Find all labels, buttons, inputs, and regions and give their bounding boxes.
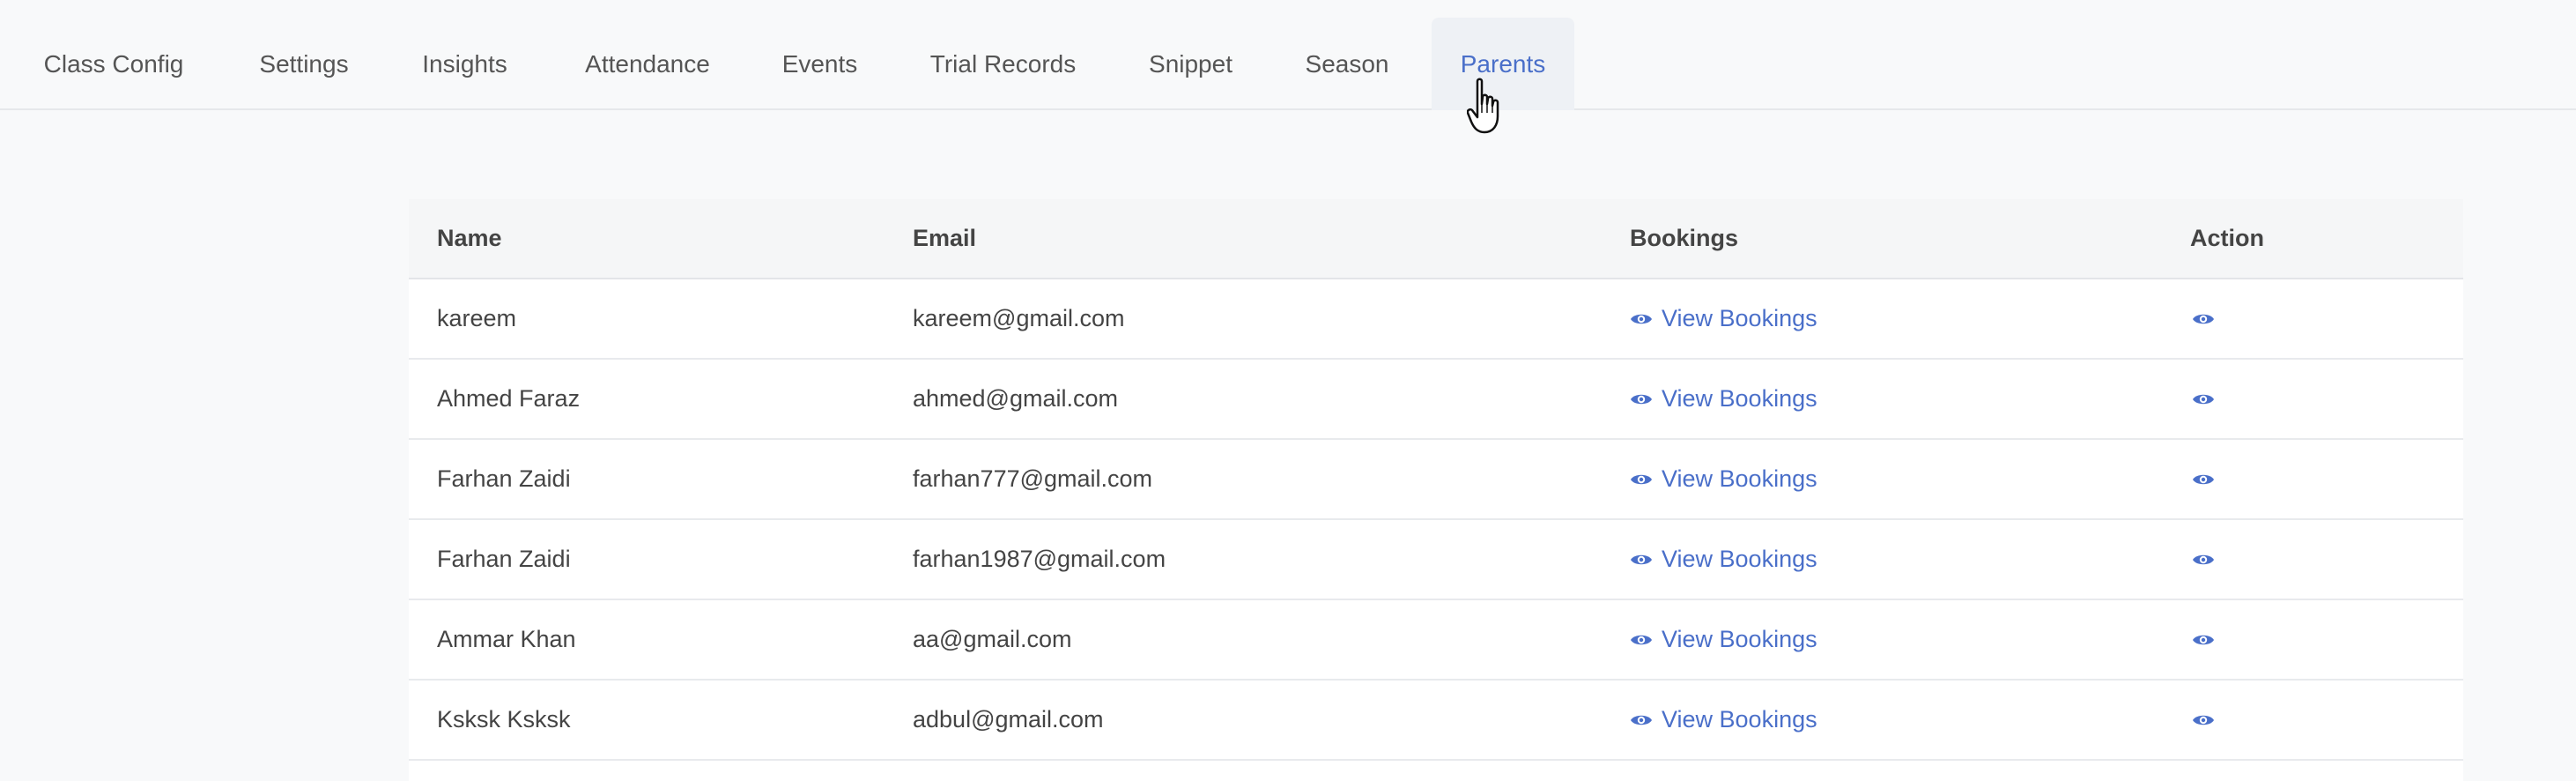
view-bookings-link[interactable]: View Bookings: [1630, 279, 1817, 358]
view-bookings-label: View Bookings: [1662, 546, 1817, 572]
view-parent-button[interactable]: [2192, 520, 2215, 599]
parent-name: Ahmed Faraz: [437, 385, 581, 412]
view-bookings-link[interactable]: View Bookings: [1630, 681, 1817, 759]
eye-icon: [1631, 474, 1652, 484]
view-parent-button[interactable]: [2192, 360, 2215, 438]
parent-email: aa@gmail.com: [913, 626, 1072, 652]
table-row: Ahmed Faraz ahmed@gmail.com View Booking…: [409, 360, 2463, 440]
eye-icon: [1631, 554, 1652, 564]
view-bookings-label: View Bookings: [1662, 465, 1817, 492]
tab-settings[interactable]: Settings: [238, 18, 370, 110]
tab-bar: Class Config Settings Insights Attendanc…: [0, 0, 2576, 110]
column-header-name: Name: [437, 225, 502, 251]
view-bookings-label: View Bookings: [1662, 385, 1817, 412]
parent-name: kareem: [437, 305, 517, 331]
column-header-action: Action: [2190, 225, 2264, 251]
tab-events[interactable]: Events: [765, 18, 875, 110]
view-parent-button[interactable]: [2192, 600, 2215, 679]
table-row: Ammar Khan aa@gmail.com View Bookings: [409, 600, 2463, 681]
eye-icon: [2193, 715, 2214, 725]
tab-season[interactable]: Season: [1290, 18, 1404, 110]
view-parent-button[interactable]: [2192, 279, 2215, 358]
eye-icon: [1631, 314, 1652, 324]
parent-email: ahmed@gmail.com: [913, 385, 1118, 412]
table-row: kareem kareem@gmail.com View Bookings: [409, 279, 2463, 360]
parent-email: adbul@gmail.com: [913, 706, 1104, 733]
tab-attendance[interactable]: Attendance: [564, 18, 731, 110]
view-bookings-label: View Bookings: [1662, 706, 1817, 733]
table-row: Farhan Zaidi farhan1987@gmail.com View B…: [409, 520, 2463, 600]
view-bookings-link[interactable]: View Bookings: [1630, 520, 1817, 599]
view-bookings-label: View Bookings: [1662, 305, 1817, 331]
view-bookings-link[interactable]: View Bookings: [1630, 440, 1817, 518]
tab-snippet[interactable]: Snippet: [1131, 18, 1250, 110]
view-bookings-link[interactable]: View Bookings: [1630, 360, 1817, 438]
parent-email: farhan777@gmail.com: [913, 465, 1153, 492]
column-header-email: Email: [913, 225, 977, 251]
eye-icon: [2193, 554, 2214, 564]
parents-table: Name Email Bookings Action kareem kareem…: [409, 199, 2463, 781]
parent-name: Ksksk Ksksk: [437, 706, 571, 733]
tab-insights[interactable]: Insights: [405, 18, 524, 110]
eye-icon: [1631, 635, 1652, 644]
eye-icon: [1631, 715, 1652, 725]
parent-name: Farhan Zaidi: [437, 546, 571, 572]
view-bookings-label: View Bookings: [1662, 626, 1817, 652]
eye-icon: [2193, 635, 2214, 644]
table-header: Name Email Bookings Action: [409, 199, 2463, 279]
view-parent-button[interactable]: [2192, 681, 2215, 759]
tab-trial-records[interactable]: Trial Records: [913, 18, 1093, 110]
parent-email: farhan1987@gmail.com: [913, 546, 1166, 572]
column-header-bookings: Bookings: [1630, 225, 1739, 251]
eye-icon: [2193, 474, 2214, 484]
table-row: Ksksk Ksksk adbul@gmail.com View Booking…: [409, 681, 2463, 761]
view-bookings-link[interactable]: View Bookings: [1630, 600, 1817, 679]
parent-name: Ammar Khan: [437, 626, 576, 652]
eye-icon: [2193, 394, 2214, 404]
table-row: Farhan Zaidi farhan777@gmail.com View Bo…: [409, 440, 2463, 520]
view-parent-button[interactable]: [2192, 440, 2215, 518]
eye-icon: [1631, 394, 1652, 404]
hand-pointer-icon: [1467, 78, 1499, 134]
eye-icon: [2193, 314, 2214, 324]
parent-name: Farhan Zaidi: [437, 465, 571, 492]
parent-email: kareem@gmail.com: [913, 305, 1125, 331]
tab-class-config[interactable]: Class Config: [21, 18, 206, 110]
